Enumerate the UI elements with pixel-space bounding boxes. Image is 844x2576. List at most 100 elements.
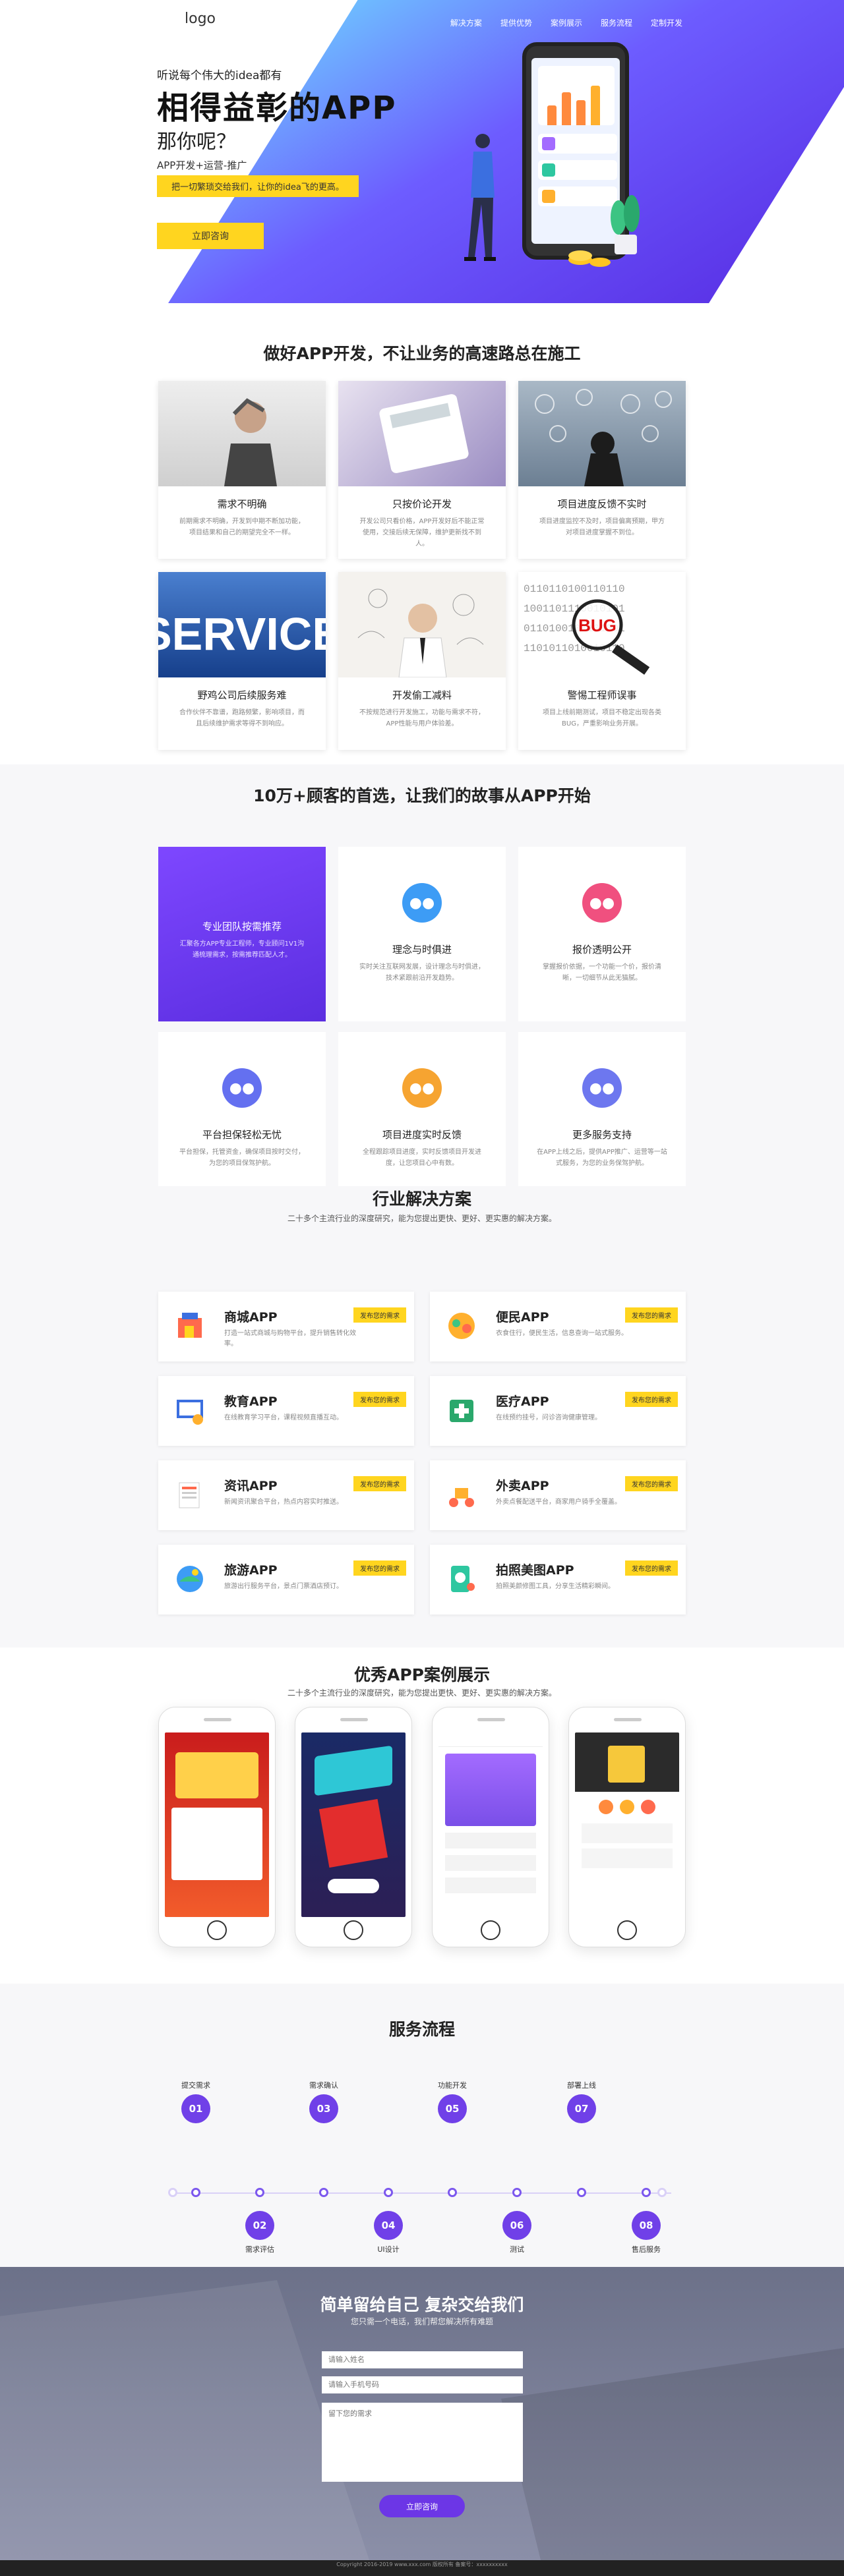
card-desc: 项目进度监控不及时，项目偏离预期，甲方对项目进度掌握不到位。 [539,518,665,536]
problem-card: 项目进度反馈不实时 项目进度监控不及时，项目偏离预期，甲方对项目进度掌握不到位。 [518,381,686,559]
nav-advantages[interactable]: 提供优势 [500,17,532,28]
step-number: 03 [309,2094,338,2123]
card-desc: 平台担保，托管资金，确保项目按时交付，为您的项目保驾护航。 [179,1149,305,1167]
svg-text:BUG: BUG [578,615,617,635]
card-title: 旅游APP [224,1563,278,1578]
hero-gradient [168,0,844,303]
featured-advantage-card: 专业团队按需推荐 汇聚各方APP专业工程师，专业顾问1V1沟通梳理需求，按需推荐… [158,847,326,1021]
advantage-card: ●● 报价透明公开 掌握报价依据，一个功能一个价，报价清晰，一切细节从此无猫腻。 [518,847,686,1021]
team-icon: ●● [402,1068,442,1108]
step-number: 08 [632,2211,661,2240]
card-desc: 全程跟踪项目进度，实时反馈项目开发进度，让您项目心中有数。 [363,1149,481,1167]
hero-question: 那你呢？ [157,130,236,154]
timeline-dot [191,2188,200,2197]
card-desc: 外卖点餐配送平台，商家用户骑手全覆盖。 [496,1499,621,1506]
hero-line: APP开发+运营-推广 [157,159,247,171]
card-desc: 旅游出行服务平台，景点门票酒店预订。 [224,1583,343,1590]
timeline-dot [512,2188,522,2197]
nav-cases[interactable]: 案例展示 [551,17,582,28]
nav-custom[interactable]: 定制开发 [651,17,682,28]
publish-need-tag[interactable]: 发布您的需求 [353,1307,406,1323]
industry-card-travel[interactable]: 旅游APP 旅游出行服务平台，景点门票酒店预订。 发布您的需求 [158,1545,414,1615]
industry-card-photo[interactable]: 拍照美图APP 拍照美颜修图工具，分享生活精彩瞬间。 发布您的需求 [430,1545,686,1615]
logo[interactable]: logo [185,11,216,27]
publish-need-tag[interactable]: 发布您的需求 [625,1307,678,1323]
contact-title: 简单留给自己 复杂交给我们 [320,2295,524,2314]
team-icon: ●● [582,1068,622,1108]
process-track [173,2192,671,2194]
coins-illustration [568,250,611,267]
industry-card-mall[interactable]: 商城APP 打造一站式商城与购物平台，提升销售转化效率。 发布您的需求 [158,1292,414,1361]
publish-need-tag[interactable]: 发布您的需求 [625,1476,678,1491]
step-number: 01 [181,2094,210,2123]
problem-card: SERVICE 野鸡公司后续服务难 合作伙伴不靠谱，跑路频繁，影响项目，而且后续… [158,572,326,750]
process-step: 02 需求评估 [233,2211,286,2254]
news-icon [179,1482,200,1508]
home-button [480,1920,500,1940]
card-title: 医疗APP [496,1394,549,1409]
process-step: 部署上线 07 [555,2080,608,2123]
card-desc: 在线教育学习平台，课程视频直播互动。 [224,1414,343,1421]
publish-need-tag[interactable]: 发布您的需求 [625,1560,678,1576]
cases-section: 优秀APP案例展示 二十多个主流行业的深度研究，能为您提出更快、更好、更实惠的解… [0,1647,844,1984]
publish-need-tag[interactable]: 发布您的需求 [353,1392,406,1407]
industry-card-medical[interactable]: 医疗APP 在线预约挂号，问诊咨询健康管理。 发布您的需求 [430,1376,686,1446]
process-step: 08 售后服务 [620,2211,673,2254]
case-screen [301,1732,406,1917]
advantages-section: 10万+顾客的首选，让我们的故事从APP开始 专业团队按需推荐 汇聚各方APP专… [0,764,844,1207]
case-phone-2[interactable] [295,1707,413,1947]
shop-icon [178,1313,202,1338]
team-icon: ●● [402,883,442,923]
education-icon [177,1400,203,1425]
card-desc: 在线预约挂号，问诊咨询健康管理。 [496,1414,601,1421]
problem-card: 0110110100110110100110111001010101101001… [518,572,686,750]
step-label: UI设计 [377,2245,400,2254]
publish-need-tag[interactable]: 发布您的需求 [353,1560,406,1576]
contact-subtitle: 您只需一个电话，我们帮您解决所有难题 [350,2317,493,2326]
industry-card-education[interactable]: 教育APP 在线教育学习平台，课程视频直播互动。 发布您的需求 [158,1376,414,1446]
card-title: 专业团队按需推荐 [202,921,282,932]
travel-icon [177,1566,203,1592]
case-phone-1[interactable] [158,1707,276,1947]
problem-card: 只按价论开发 开发公司只看价格，APP开发好后不能正常使用，交接后续无保障，维护… [338,381,506,559]
publish-need-tag[interactable]: 发布您的需求 [353,1476,406,1491]
nav-process[interactable]: 服务流程 [601,17,632,28]
card-desc: 不按规范进行开发施工，功能与需求不符，APP性能与用户体验差。 [359,709,485,728]
publish-need-tag[interactable]: 发布您的需求 [625,1392,678,1407]
case-screen [574,1732,679,1917]
card-desc: 开发公司只看价格，APP开发好后不能正常使用，交接后续无保障，维护更新找不到人。 [359,518,485,548]
calculator-image [338,381,506,486]
industry-card-news[interactable]: 资讯APP 新闻资讯聚合平台，热点内容实时推送。 发布您的需求 [158,1460,414,1530]
card-title: 平台担保轻松无忧 [202,1129,282,1141]
card-desc: 新闻资讯聚合平台，热点内容实时推送。 [224,1499,343,1506]
step-number: 04 [374,2211,403,2240]
advantage-card: ●● 理念与时俱进 实时关注互联网发展，设计理念与时俱进，技术紧跟前沿开发趋势。 [338,847,506,1021]
case-screen [165,1732,269,1917]
consult-button[interactable]: 立即咨询 [157,223,264,249]
step-label: 提交需求 [181,2081,210,2090]
card-desc: 合作伙伴不靠谱，跑路频繁，影响项目，而且后续维护需求等得不到响应。 [179,709,305,728]
thinking-man-image [338,572,506,677]
problems-section: 做好APP开发，不让业务的高速路总在施工 需求不明确 前期需求不明确，开发到中期… [0,306,844,764]
phone-input[interactable] [322,2376,523,2393]
card-desc: 衣食住行，便民生活，信息查询一站式服务。 [496,1330,628,1337]
card-title: 只按价论开发 [392,498,452,510]
case-phone-4[interactable] [568,1707,686,1947]
case-phone-3[interactable] [431,1707,549,1947]
step-label: 需求评估 [245,2245,274,2254]
timeline-dot [319,2188,328,2197]
hero-section: logo 解决方案 提供优势 案例展示 服务流程 定制开发 听说每个伟大的ide… [0,0,844,306]
svg-text:SERVICE: SERVICE [158,608,326,660]
message-textarea[interactable] [322,2403,523,2482]
card-title: 拍照美图APP [496,1563,574,1578]
home-button [617,1920,637,1940]
name-input[interactable] [322,2351,523,2368]
industry-card-convenience[interactable]: 便民APP 衣食住行，便民生活，信息查询一站式服务。 发布您的需求 [430,1292,686,1361]
footer: Copyright 2016-2019 www.xxx.com 版权所有 备案号… [0,2560,844,2576]
industry-card-takeout[interactable]: 外卖APP 外卖点餐配送平台，商家用户骑手全覆盖。 发布您的需求 [430,1460,686,1530]
submit-button[interactable]: 立即咨询 [379,2495,465,2517]
nav-solutions[interactable]: 解决方案 [450,17,482,28]
card-desc: 项目上线前期测试，项目不稳定出现各类BUG，严重影响业务开展。 [543,709,661,728]
step-number: 05 [438,2094,467,2123]
timeline-dot [384,2188,393,2197]
